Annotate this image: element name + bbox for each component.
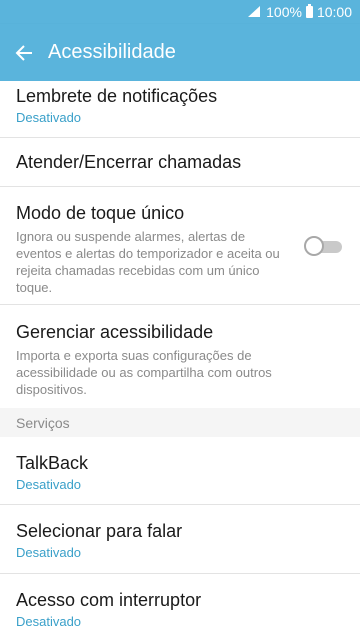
item-single-tap-mode[interactable]: Modo de toque único Ignora ou suspende a… [0,187,360,305]
app-bar: Acessibilidade [0,24,360,81]
item-answer-end-calls[interactable]: Atender/Encerrar chamadas [0,138,360,187]
section-header-services: Serviços [0,408,360,437]
item-title: Selecionar para falar [16,521,183,541]
item-manage-accessibility[interactable]: Gerenciar acessibilidade Importa e expor… [0,305,360,408]
item-title: Gerenciar acessibilidade [16,322,214,342]
battery-percent: 100% [266,4,302,20]
item-title: Modo de toque único [16,203,185,223]
status-bar: 100% 10:00 [0,0,360,24]
item-title: Atender/Encerrar chamadas [16,152,242,172]
item-switch-access[interactable]: Acesso com interruptor Desativado [0,574,360,644]
item-description: Ignora ou suspende alarmes, alertas de e… [16,229,280,295]
services-list: TalkBack Desativado Selecionar para fala… [0,437,360,644]
item-notification-reminder[interactable]: Lembrete de notificações Desativado [0,81,360,138]
clock: 10:00 [316,4,352,20]
arrow-left-icon [15,44,32,61]
item-status: Desativado [16,110,82,125]
item-title: TalkBack [16,453,89,473]
item-description: Importa e exporta suas configurações de … [16,348,272,397]
back-button[interactable] [12,41,36,65]
item-status: Desativado [16,614,82,629]
item-select-to-speak[interactable]: Selecionar para falar Desativado [0,505,360,574]
item-status: Desativado [16,477,82,492]
single-tap-toggle[interactable] [304,235,342,256]
item-title: Acesso com interruptor [16,590,202,610]
signal-icon [248,4,261,20]
toggle-knob [304,235,324,256]
settings-list: Lembrete de notificações Desativado Aten… [0,81,360,408]
item-title: Lembrete de notificações [16,86,218,106]
page-title: Acessibilidade [48,41,176,63]
item-status: Desativado [16,545,82,560]
item-talkback[interactable]: TalkBack Desativado [0,437,360,505]
battery-icon [305,4,313,18]
